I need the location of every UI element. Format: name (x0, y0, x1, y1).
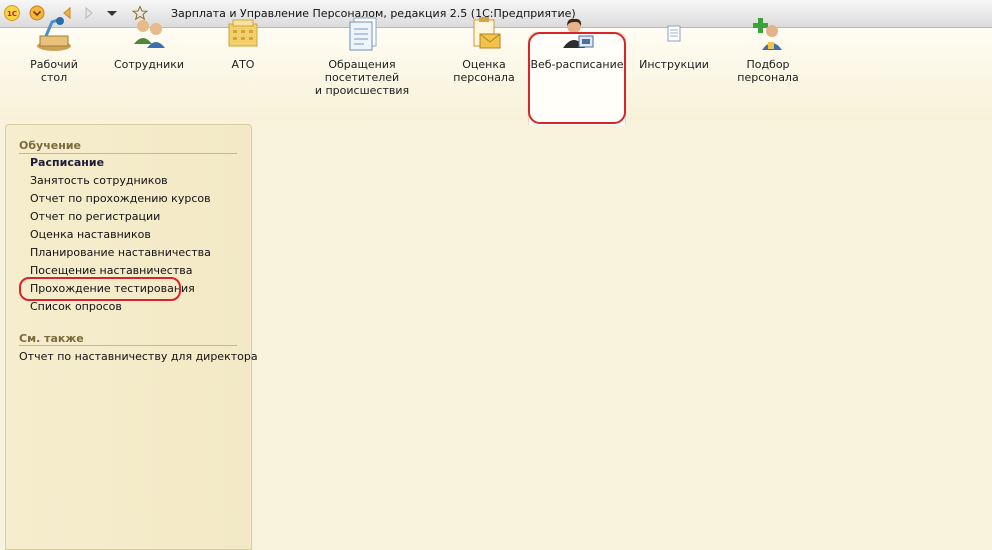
section-instructions[interactable]: Инструкции (638, 6, 710, 92)
nav-group-title: Обучение (19, 139, 81, 152)
employees-icon (129, 14, 169, 54)
nav-group-divider (19, 153, 237, 154)
see-also-title: См. также (19, 332, 84, 345)
nav-item-mentoring-planning[interactable]: Планирование наставничества (30, 246, 211, 259)
navigation-panel: Обучение Расписание Занятость сотруднико… (5, 124, 258, 550)
section-recruitment-label: Подбор персонала (737, 58, 799, 84)
desktop-lamp-icon (34, 14, 74, 54)
nav-item-schedule[interactable]: Расписание (30, 156, 104, 169)
nav-item-testing[interactable]: Прохождение тестирования (30, 282, 195, 295)
ato-icon (223, 14, 263, 54)
nav-item-course-report[interactable]: Отчет по прохождению курсов (30, 192, 211, 205)
section-employees[interactable]: Сотрудники (110, 6, 188, 92)
section-ato[interactable]: АТО (205, 6, 281, 92)
section-desktop-label: Рабочий стол (30, 58, 78, 84)
section-visitor-requests[interactable]: Обращения посетителей и происшествия (294, 6, 430, 97)
section-instructions-label: Инструкции (639, 58, 709, 71)
nav-item-mentor-evaluation[interactable]: Оценка наставников (30, 228, 151, 241)
section-recruitment[interactable]: Подбор персонала (730, 6, 806, 92)
web-schedule-icon (557, 14, 597, 54)
section-employees-label: Сотрудники (113, 58, 185, 71)
nav-item-employee-occupancy[interactable]: Занятость сотрудников (30, 174, 168, 187)
see-also-divider (19, 345, 237, 346)
section-web-schedule[interactable]: Веб-расписание (530, 6, 624, 92)
section-visitor-requests-label: Обращения посетителей и происшествия (314, 58, 410, 97)
documents-icon (342, 14, 382, 54)
evaluation-icon (464, 14, 504, 54)
see-also-mentoring-report[interactable]: Отчет по наставничеству для директора (19, 350, 258, 363)
nav-item-surveys[interactable]: Список опросов (30, 300, 122, 313)
nav-item-mentoring-attendance[interactable]: Посещение наставничества (30, 264, 192, 277)
section-staff-evaluation[interactable]: Оценка персонала (446, 6, 522, 92)
section-desktop[interactable]: Рабочий стол (14, 6, 94, 92)
section-web-schedule-label: Веб-расписание (530, 58, 624, 71)
nav-item-registration-report[interactable]: Отчет по регистрации (30, 210, 160, 223)
recruitment-icon (748, 14, 788, 54)
instructions-icon (654, 14, 694, 54)
section-ato-label: АТО (231, 58, 255, 71)
section-staff-evaluation-label: Оценка персонала (453, 58, 515, 84)
